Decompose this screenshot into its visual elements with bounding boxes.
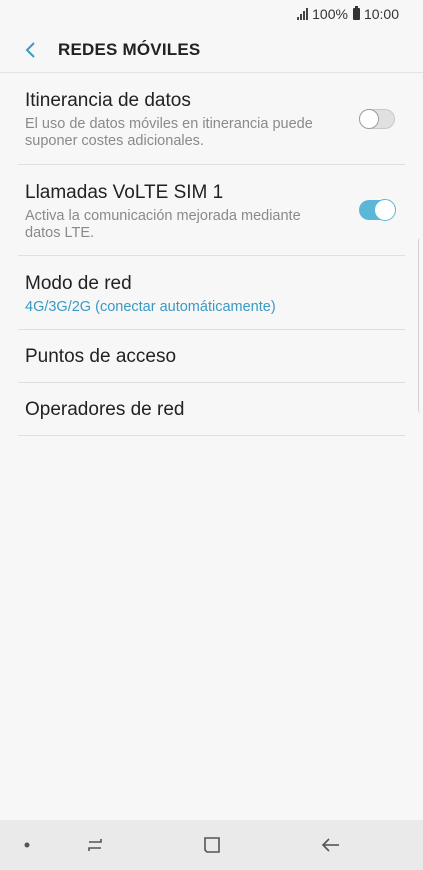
settings-list: Itinerancia de datos El uso de datos móv… [18, 73, 405, 436]
navigation-bar [0, 820, 423, 870]
home-icon[interactable] [198, 820, 226, 870]
setting-value: 4G/3G/2G (conectar automáticamente) [25, 299, 276, 315]
setting-description: Activa la comunicación mejorada mediante… [25, 208, 301, 241]
setting-description: El uso de datos móviles en itinerancia p… [25, 116, 313, 149]
edge-panel-handle[interactable] [418, 238, 423, 413]
battery-percent: 100% [312, 6, 348, 22]
data-roaming-toggle[interactable] [359, 109, 395, 129]
signal-icon [297, 8, 309, 20]
back-arrow-icon[interactable] [316, 820, 346, 870]
toggle-knob [374, 199, 396, 221]
setting-network-mode[interactable]: Modo de red 4G/3G/2G (conectar automátic… [18, 256, 405, 330]
setting-data-roaming[interactable]: Itinerancia de datos El uso de datos móv… [18, 73, 405, 165]
setting-volte-calls[interactable]: Llamadas VoLTE SIM 1 Activa la comunicac… [18, 165, 405, 256]
battery-icon [352, 6, 360, 20]
setting-network-operators[interactable]: Operadores de red [18, 383, 405, 436]
setting-title: Puntos de acceso [25, 346, 177, 367]
page-title: REDES MÓVILES [58, 40, 201, 59]
volte-toggle[interactable] [359, 199, 396, 221]
setting-title: Modo de red [25, 273, 132, 294]
status-bar: 100% 10:00 [0, 0, 423, 28]
setting-title: Operadores de red [25, 399, 185, 420]
setting-title: Itinerancia de datos [25, 90, 191, 111]
setting-access-points[interactable]: Puntos de acceso [18, 330, 405, 383]
app-bar: REDES MÓVILES [0, 28, 423, 72]
recent-apps-icon[interactable] [80, 820, 110, 870]
dot-icon[interactable] [20, 820, 34, 870]
back-button[interactable] [20, 40, 40, 60]
setting-title: Llamadas VoLTE SIM 1 [25, 182, 224, 203]
clock: 10:00 [363, 6, 399, 22]
chevron-left-icon [25, 42, 35, 58]
toggle-knob [359, 109, 379, 129]
